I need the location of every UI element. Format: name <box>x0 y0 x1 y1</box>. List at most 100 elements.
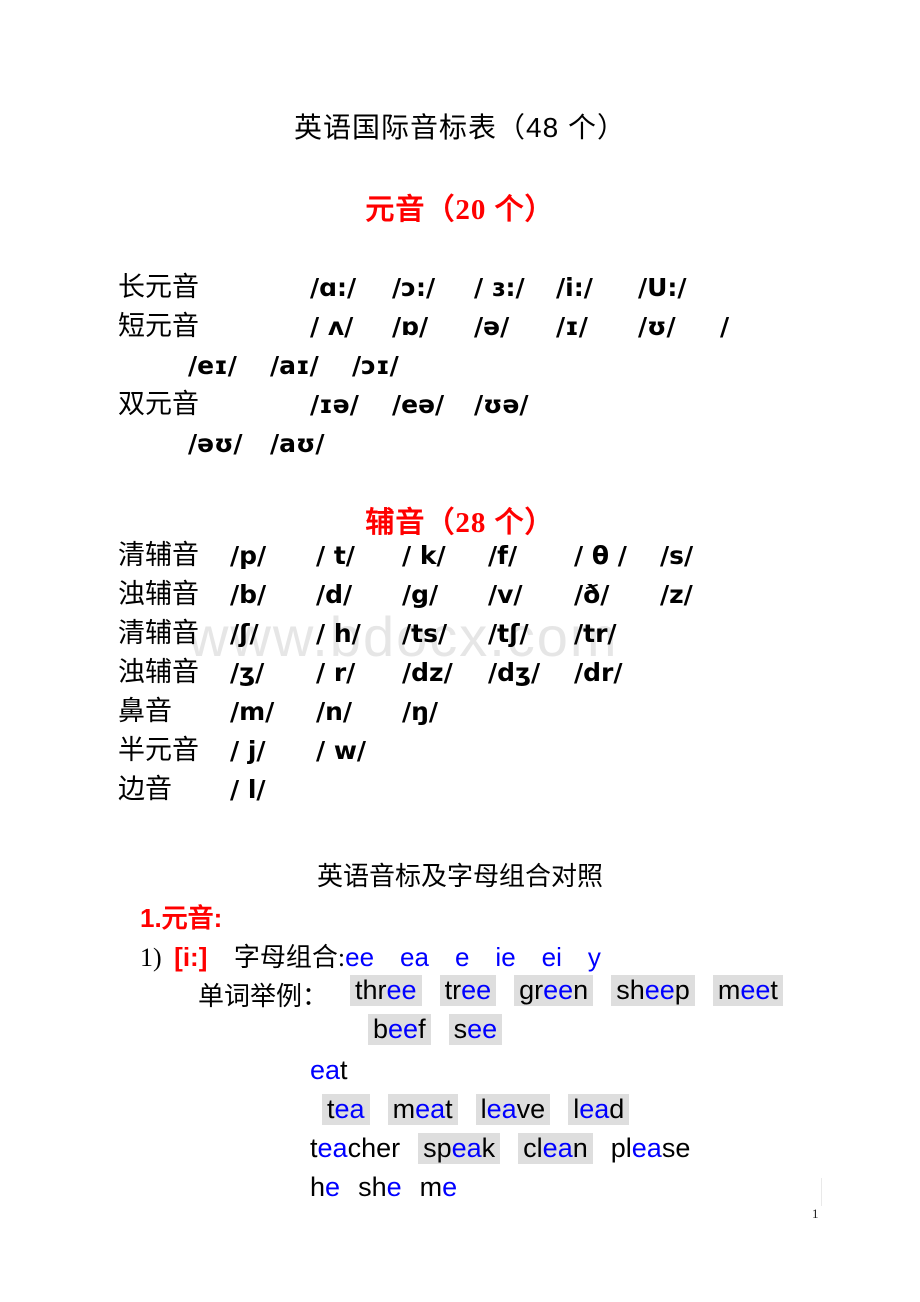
word-vowel-letters: ea <box>317 1133 348 1163</box>
word-letters: se <box>661 1133 691 1163</box>
word-letters: h <box>310 1172 326 1202</box>
vowel-row: /əʊ/ /aʊ/ <box>118 424 352 463</box>
vowel-row: 长元音/ɑ:/ /ɔ:/ / ɜ:/ /i:/ /U:/ <box>118 268 720 307</box>
word-letters: gr <box>519 975 544 1005</box>
vowel-row: 双元音/ɪə/ /eə/ /ʊə/ <box>118 385 556 424</box>
example-word: me <box>420 1172 458 1203</box>
consonant-symbol-group: / l/ <box>230 771 316 809</box>
word-vowel-letters: ee <box>467 1014 498 1044</box>
word-vowel-letters: e <box>325 1172 341 1202</box>
comparison-title: 英语音标及字母组合对照 <box>316 862 603 891</box>
vowel-row-label: 双元音 <box>118 389 199 419</box>
ipa-symbol: /əʊ/ <box>188 429 243 458</box>
word-letters: cl <box>523 1133 543 1163</box>
example-word: green <box>514 975 594 1006</box>
word-letters: tr <box>444 975 462 1005</box>
ipa-symbol: /tr/ <box>574 619 617 648</box>
ipa-symbol: / ʌ/ <box>310 312 354 341</box>
vowel-symbol-group: /əʊ/ /aʊ/ <box>188 425 352 463</box>
examples-label: 单词举例： <box>198 976 328 1013</box>
ipa-symbol: /eə/ <box>392 390 445 419</box>
example-word: speak <box>418 1133 501 1164</box>
consonant-row: 半元音 / j/ / w/ <box>118 731 402 770</box>
example-word: she <box>358 1172 402 1203</box>
word-vowel-letters: ea <box>579 1094 610 1124</box>
ipa-symbol: /ð/ <box>574 580 610 609</box>
consonant-symbol-group: /b/ /d/ /g/ /v/ /ð/ /z/ <box>230 576 746 614</box>
consonant-row-label: 鼻音 <box>118 696 172 726</box>
consonant-row-label: 浊辅音 <box>118 579 199 609</box>
vowel-symbol-group: /eɪ/ /aɪ/ /ɔɪ/ <box>188 347 434 385</box>
ipa-symbol: / θ / <box>574 541 627 570</box>
ipa-symbol: /ɪə/ <box>310 390 359 419</box>
consonant-row: 鼻音/m/ /n/ /ŋ/ <box>118 692 488 731</box>
ipa-symbol: /v/ <box>488 580 523 609</box>
word-letters: d <box>609 1094 625 1124</box>
ipa-symbol: /f/ <box>488 541 518 570</box>
ipa-symbol: /i:/ <box>556 273 593 302</box>
ipa-symbol: /g/ <box>402 580 439 609</box>
consonant-row: 清辅音/p/ / t/ / k/ /f/ / θ / /s/ <box>118 536 746 575</box>
example-word: please <box>611 1133 691 1164</box>
ipa-symbol: /m/ <box>230 697 275 726</box>
word-letters: n <box>572 1133 588 1163</box>
ipa-symbol: /ʒ/ <box>230 658 265 687</box>
letter-combo: ie <box>495 942 516 972</box>
entry-number: 1) <box>140 943 162 972</box>
word-letters: k <box>481 1133 496 1163</box>
consonant-symbol-group: / j/ / w/ <box>230 732 402 770</box>
word-letters: p <box>674 975 690 1005</box>
letter-combo: e <box>454 942 470 972</box>
word-letters: t <box>340 1055 348 1085</box>
ipa-symbol: /ʃ/ <box>230 619 259 648</box>
combo-list: ee ea e ie ei y <box>345 942 601 972</box>
word-vowel-letters: ea <box>631 1133 662 1163</box>
example-word: meet <box>712 975 783 1006</box>
example-word: three <box>350 975 422 1006</box>
word-letters: ve <box>516 1094 546 1124</box>
consonant-row-label: 清辅音 <box>118 618 199 648</box>
consonant-row: 边音 / l/ <box>118 770 316 809</box>
ipa-symbol: /ʊ/ <box>638 312 676 341</box>
word-letters: t <box>445 1094 453 1124</box>
vowel-symbol-group: / ʌ/ /ɒ/ /ə/ /ɪ/ /ʊ/ / <box>310 308 802 346</box>
word-letters: sh <box>616 975 645 1005</box>
entry-phoneme: [i:] <box>174 942 208 972</box>
consonant-symbol-group: /m/ /n/ /ŋ/ <box>230 693 488 731</box>
example-word-line: teacher speak clean please <box>310 1133 708 1164</box>
vowel-row-label: 短元音 <box>118 311 199 341</box>
word-vowel-letters: ea <box>415 1094 446 1124</box>
ipa-symbol: /aʊ/ <box>270 429 325 458</box>
word-letters: f <box>418 1014 426 1044</box>
example-word: meat <box>387 1094 458 1125</box>
ipa-symbol: /dʒ/ <box>488 658 541 687</box>
ipa-symbol: / h/ <box>316 619 361 648</box>
consonant-row-label: 边音 <box>118 774 172 804</box>
example-word: clean <box>518 1133 593 1164</box>
example-word-line: he she me <box>310 1172 475 1203</box>
word-letters: s <box>453 1014 468 1044</box>
word-letters: cher <box>347 1133 401 1163</box>
example-word: tree <box>439 975 497 1006</box>
vowel-row: /eɪ/ /aɪ/ /ɔɪ/ <box>118 346 434 385</box>
word-letters: sp <box>423 1133 452 1163</box>
word-vowel-letters: ee <box>644 975 675 1005</box>
word-letters: pl <box>610 1133 632 1163</box>
examples-label-text: 单词举例： <box>198 982 329 1011</box>
vowel-section-label-text: 1.元音: <box>140 903 223 933</box>
ipa-symbol: /U:/ <box>638 273 687 302</box>
example-word: he <box>310 1172 340 1203</box>
ipa-symbol: / j/ <box>230 736 266 765</box>
example-word: see <box>448 1014 503 1045</box>
example-word-line: tea meat leave lead <box>322 1094 647 1125</box>
ipa-symbol: /ə/ <box>474 312 510 341</box>
vowel-row-label: 长元音 <box>118 272 199 302</box>
word-vowel-letters: ee <box>740 975 771 1005</box>
word-vowel-letters: ea <box>486 1094 517 1124</box>
consonant-row-label: 浊辅音 <box>118 657 199 687</box>
vowel-symbol-group: /ɪə/ /eə/ /ʊə/ <box>310 386 556 424</box>
consonant-row-label: 半元音 <box>118 735 199 765</box>
word-vowel-letters: ea <box>310 1055 341 1085</box>
example-word: tea <box>322 1094 370 1125</box>
ipa-symbol: /aɪ/ <box>270 351 319 380</box>
